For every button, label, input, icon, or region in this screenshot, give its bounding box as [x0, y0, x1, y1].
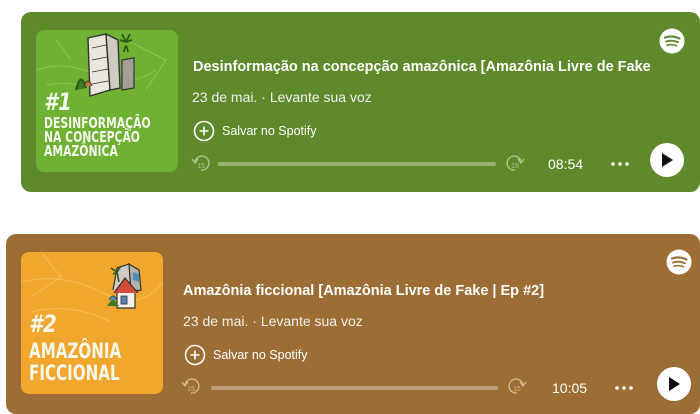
skip-back-15-icon[interactable]: 15: [181, 376, 201, 396]
save-to-spotify-button[interactable]: Salvar no Spotify: [193, 120, 317, 142]
episode-meta: 23 de mai. · Levante sua voz: [183, 313, 363, 329]
skip-forward-15-icon[interactable]: 15: [505, 153, 525, 173]
episode-title[interactable]: Desinformação na concepção amazônica [Am…: [193, 59, 688, 75]
more-icon[interactable]: [610, 161, 630, 167]
progress-bar[interactable]: [211, 386, 498, 390]
episode-duration: 08:54: [548, 156, 584, 172]
save-to-spotify-button[interactable]: Salvar no Spotify: [184, 344, 308, 366]
play-button[interactable]: [657, 367, 691, 401]
episode-cover[interactable]: #2 Amazônia ficcional: [21, 252, 163, 394]
episode-card[interactable]: #1 Desinformação na concepção amazônica …: [21, 12, 700, 192]
play-button[interactable]: [650, 143, 684, 177]
spotify-icon[interactable]: [666, 249, 692, 275]
episode-card[interactable]: #2 Amazônia ficcional Amazônia ficcional…: [6, 234, 700, 414]
save-label: Salvar no Spotify: [222, 124, 317, 138]
episode-title[interactable]: Amazônia ficcional [Amazônia Livre de Fa…: [183, 283, 623, 299]
skip-forward-value: 15: [511, 163, 519, 170]
skip-back-15-icon[interactable]: 15: [191, 153, 211, 173]
plus-circle-icon: [184, 344, 206, 366]
episode-duration: 10:05: [552, 380, 588, 396]
play-icon: [662, 153, 673, 167]
save-label: Salvar no Spotify: [213, 348, 308, 362]
spotify-icon[interactable]: [659, 28, 685, 54]
cover-episode-number: #2: [29, 310, 58, 338]
skip-back-value: 15: [187, 386, 195, 393]
cover-episode-number: #1: [44, 88, 73, 116]
plus-circle-icon: [193, 120, 215, 142]
skip-forward-value: 15: [513, 386, 521, 393]
play-icon: [669, 377, 680, 391]
episode-cover[interactable]: #1 Desinformação na concepção amazônica: [36, 30, 178, 172]
skip-forward-15-icon[interactable]: 15: [507, 376, 527, 396]
more-icon[interactable]: [614, 385, 634, 391]
progress-bar[interactable]: [218, 162, 496, 166]
episode-meta: 23 de mai. · Levante sua voz: [192, 89, 372, 105]
cover-title: Amazônia ficcional: [29, 339, 122, 385]
skip-back-value: 15: [197, 163, 205, 170]
cover-title: Desinformação na concepção amazônica: [44, 114, 151, 160]
